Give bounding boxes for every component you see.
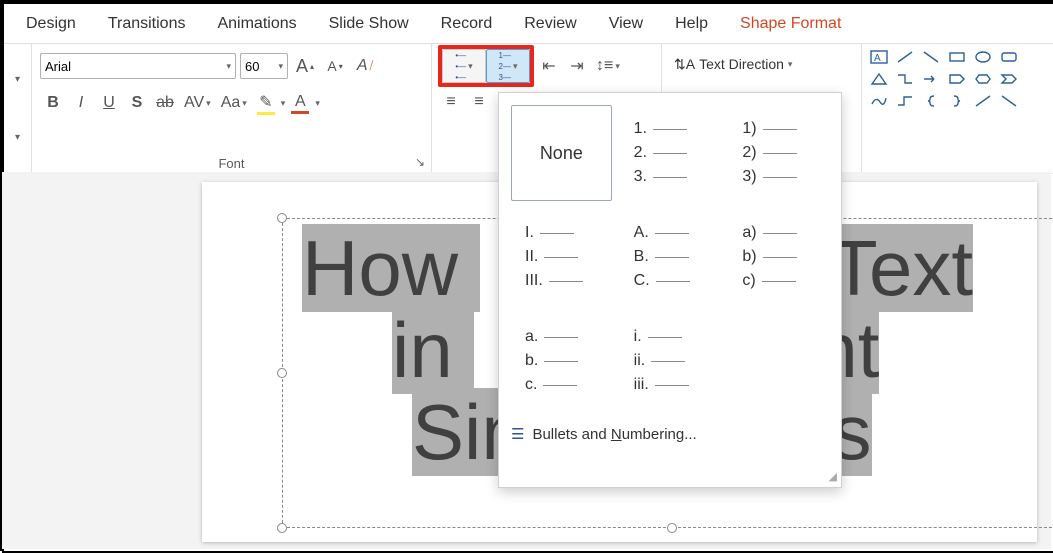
tab-slideshow[interactable]: Slide Show [313,4,425,44]
resize-handle[interactable] [277,213,287,223]
chevron-down-icon: ▾ [788,59,793,70]
tab-animations[interactable]: Animations [201,4,312,44]
shape-curve-icon[interactable] [868,92,890,110]
chevron-down-icon: ▾ [226,61,231,72]
align-center-button[interactable]: ≡ [466,89,492,115]
tab-record[interactable]: Record [425,4,509,44]
font-dialog-launcher-icon[interactable]: ↘ [415,155,425,169]
font-group-label: Font [32,156,431,171]
ribbon-left-column: ▾ ▾ [4,44,32,173]
bold-button[interactable]: B [40,90,66,116]
font-name-select[interactable]: Arial ▾ [40,53,236,79]
tab-help[interactable]: Help [659,4,724,44]
paste-dropdown-icon[interactable]: ▾ [11,72,25,86]
font-name-value: Arial [45,59,71,74]
italic-button[interactable]: I [68,90,94,116]
numbering-option-roman-upper[interactable]: I. II. III. [511,209,612,305]
shape-roundrect-icon[interactable] [998,48,1020,66]
tab-shape-format[interactable]: Shape Format [724,4,857,44]
shrink-font-button[interactable]: A▾ [322,53,348,79]
numbering-option-alpha-lower-paren[interactable]: a) b) c) [728,209,829,305]
shape-line4-icon[interactable] [998,92,1020,110]
decrease-indent-button[interactable]: ⇤ [536,53,562,79]
char-spacing-button[interactable]: AV▾ [180,90,215,116]
strikethrough-button[interactable]: ab [152,90,178,116]
numbering-option-alpha-upper[interactable]: A. B. C. [620,209,721,305]
shape-line3-icon[interactable] [972,92,994,110]
shape-rbrace-icon[interactable] [946,92,968,110]
shape-arrow-icon[interactable] [920,70,942,88]
slides-dropdown-icon[interactable]: ▾ [11,131,25,145]
highlighter-icon: ✎ [259,92,272,112]
font-color-dropdown[interactable]: ▾ [315,98,320,109]
text-direction-icon: ⇅A [674,56,695,73]
grow-font-button[interactable]: A▴ [292,53,318,79]
highlight-color-button[interactable]: ✎ [253,90,279,116]
line-spacing-button[interactable]: ↕≡▾ [592,53,624,79]
shape-textbox-icon[interactable]: A [868,48,890,66]
highlight-box: •—•—•—▾ 1—2—3—▾ [438,45,534,87]
shape-rect-icon[interactable] [946,48,968,66]
shape-pentagon-icon[interactable] [946,70,968,88]
svg-text:A: A [874,53,881,64]
shape-conn-icon[interactable] [894,70,916,88]
numbering-button[interactable]: 1—2—3—▾ [486,49,530,83]
tab-review[interactable]: Review [508,4,592,44]
resize-handle[interactable] [667,523,677,533]
font-size-value: 60 [245,59,259,74]
resize-grip-icon[interactable]: ◢ [829,470,837,483]
text-shadow-button[interactable]: S [124,90,150,116]
numbering-option-none[interactable]: None [511,105,612,201]
numbering-option-decimal-dot[interactable]: 1. 2. 3. [620,105,721,201]
bullets-button[interactable]: •—•—•—▾ [442,49,486,83]
shape-lbrace-icon[interactable] [920,92,942,110]
text-direction-button[interactable]: ⇅A Text Direction ▾ [670,50,853,78]
font-size-select[interactable]: 60 ▾ [240,53,288,79]
shape-triangle-icon[interactable] [868,70,890,88]
tab-view[interactable]: View [593,4,659,44]
numbering-option-roman-lower[interactable]: i. ii. iii. [620,313,721,409]
numbering-dropdown: None 1. 2. 3. 1) 2) 3) I. II. III. A. B.… [498,92,842,488]
resize-handle[interactable] [277,523,287,533]
underline-button[interactable]: U [96,90,122,116]
font-group: Arial ▾ 60 ▾ A▴ A▾ A⧸ B I U S ab AV▾ Aa▾… [32,44,432,173]
tab-design[interactable]: Design [10,4,92,44]
font-color-button[interactable]: A [287,90,313,116]
bullets-and-numbering-menu-item[interactable]: ☰ Bullets and Numbering... [499,415,841,453]
increase-indent-button[interactable]: ⇥ [564,53,590,79]
shape-line-icon[interactable] [894,48,916,66]
shape-chevron-icon[interactable] [998,70,1020,88]
shape-oval-icon[interactable] [972,48,994,66]
tab-transitions[interactable]: Transitions [92,4,202,44]
resize-handle[interactable] [277,368,287,378]
shape-hex-icon[interactable] [972,70,994,88]
align-left-button[interactable]: ≡ [438,89,464,115]
ribbon-tabs: Design Transitions Animations Slide Show… [4,4,1053,44]
highlight-color-dropdown[interactable]: ▾ [281,98,286,109]
clear-formatting-button[interactable]: A⧸ [352,53,378,79]
shape-conn2-icon[interactable] [894,92,916,110]
numbering-option-decimal-paren[interactable]: 1) 2) 3) [728,105,829,201]
bullets-list-icon: ☰ [511,425,524,443]
shape-line2-icon[interactable] [920,48,942,66]
shapes-gallery[interactable]: A [862,44,1053,173]
change-case-button[interactable]: Aa▾ [217,90,251,116]
chevron-down-icon: ▾ [278,61,283,72]
numbering-option-alpha-lower-dot[interactable]: a. b. c. [511,313,612,409]
